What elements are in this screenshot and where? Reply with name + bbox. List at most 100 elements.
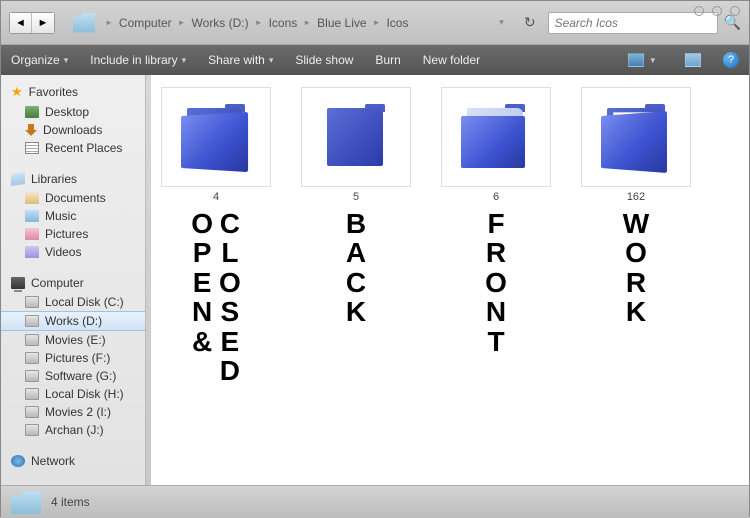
sidebar-group-network[interactable]: Network [1, 451, 145, 471]
sidebar-group-computer[interactable]: Computer [1, 273, 145, 293]
overlay-letter: E [221, 327, 240, 356]
file-name-label: 4 [213, 191, 219, 203]
sidebar-item-recent-places[interactable]: Recent Places [1, 139, 145, 157]
breadcrumb: ►Computer►Works (D:)►Icons►Blue Live►Ico… [105, 16, 499, 30]
sidebar-group-favorites[interactable]: ★Favorites [1, 81, 145, 103]
item-label: Software (G:) [45, 369, 116, 383]
nav-forward-button[interactable]: ► [32, 13, 54, 33]
status-item-count: 4 items [51, 495, 90, 509]
item-icon [25, 210, 39, 222]
status-folder-icon [11, 490, 41, 514]
window-max[interactable] [712, 6, 722, 16]
window-close[interactable] [730, 6, 740, 16]
file-name-label: 6 [493, 191, 499, 203]
drive-icon [25, 334, 39, 346]
drive-icon [25, 315, 39, 327]
vertical-word: FRONT [485, 209, 507, 356]
item-icon [25, 192, 39, 204]
breadcrumb-segment[interactable]: Icos [386, 16, 408, 30]
item-label: Movies (E:) [45, 333, 106, 347]
network-icon [11, 455, 25, 467]
breadcrumb-segment[interactable]: Works (D:) [192, 16, 249, 30]
sidebar-item-local-disk-h-[interactable]: Local Disk (H:) [1, 385, 145, 403]
sidebar-item-music[interactable]: Music [1, 207, 145, 225]
overlay-letter: O [219, 268, 241, 297]
overlay-letter: N [192, 297, 212, 326]
overlay-letter: A [346, 238, 366, 267]
new-folder-button[interactable]: New folder [423, 53, 480, 67]
sidebar-item-pictures[interactable]: Pictures [1, 225, 145, 243]
file-thumbnail[interactable] [161, 87, 271, 187]
burn-button[interactable]: Burn [375, 53, 400, 67]
overlay-letter: C [346, 268, 366, 297]
file-thumbnail[interactable] [301, 87, 411, 187]
sidebar-item-videos[interactable]: Videos [1, 243, 145, 261]
preview-pane-button[interactable] [685, 53, 701, 67]
search-icon[interactable]: 🔍 [724, 14, 741, 31]
item-label: Local Disk (H:) [45, 387, 124, 401]
libraries-icon [11, 172, 25, 186]
status-bar: 4 items [1, 485, 749, 518]
drive-icon [25, 370, 39, 382]
overlay-letter: R [626, 268, 646, 297]
drive-icon [25, 352, 39, 364]
item-label: Music [45, 209, 76, 223]
group-label: Favorites [29, 85, 78, 99]
nav-arrows: ◄ ► [9, 12, 55, 34]
item-label: Downloads [43, 123, 102, 137]
breadcrumb-dropdown-icon[interactable]: ▾ [499, 17, 504, 28]
sidebar-item-desktop[interactable]: Desktop [1, 103, 145, 121]
overlay-text: FRONT [485, 209, 507, 356]
item-label: Pictures [45, 227, 88, 241]
group-label: Network [31, 454, 75, 468]
search-input[interactable] [548, 12, 718, 34]
overlay-letter: B [346, 209, 366, 238]
overlay-text: BACK [346, 209, 366, 327]
nav-back-button[interactable]: ◄ [10, 13, 32, 33]
sidebar-item-downloads[interactable]: Downloads [1, 121, 145, 139]
thumbnail-column: 4 OPEN&CLOSED [161, 87, 271, 385]
organize-menu[interactable]: Organize [11, 53, 68, 67]
sidebar-group-libraries[interactable]: Libraries [1, 169, 145, 189]
file-thumbnail[interactable] [441, 87, 551, 187]
view-options-button[interactable] [628, 53, 644, 67]
location-folder-icon [73, 13, 95, 33]
sidebar-item-movies-e-[interactable]: Movies (E:) [1, 331, 145, 349]
sidebar-item-documents[interactable]: Documents [1, 189, 145, 207]
navigation-sidebar: ★Favorites Desktop Downloads Recent Places L… [1, 75, 146, 485]
share-with-menu[interactable]: Share with [208, 53, 273, 67]
help-button[interactable]: ? [723, 52, 739, 68]
sidebar-item-software-g-[interactable]: Software (G:) [1, 367, 145, 385]
item-label: Local Disk (C:) [45, 295, 124, 309]
computer-icon [11, 277, 25, 289]
overlay-letter: O [625, 238, 647, 267]
group-label: Libraries [31, 172, 77, 186]
item-label: Movies 2 (I:) [45, 405, 111, 419]
item-label: Archan (J:) [45, 423, 104, 437]
sidebar-item-movies-2-i-[interactable]: Movies 2 (I:) [1, 403, 145, 421]
sidebar-item-archan-j-[interactable]: Archan (J:) [1, 421, 145, 439]
breadcrumb-segment[interactable]: Icons [269, 16, 298, 30]
overlay-letter: E [193, 268, 212, 297]
drive-icon [25, 296, 39, 308]
thumbnail-column: 6 FRONT [441, 87, 551, 356]
refresh-button[interactable]: ↻ [524, 14, 536, 31]
command-toolbar: Organize Include in library Share with S… [1, 45, 749, 75]
file-thumbnail[interactable] [581, 87, 691, 187]
slideshow-button[interactable]: Slide show [295, 53, 353, 67]
window-min[interactable] [694, 6, 704, 16]
sidebar-item-local-disk-c-[interactable]: Local Disk (C:) [1, 293, 145, 311]
sidebar-item-pictures-f-[interactable]: Pictures (F:) [1, 349, 145, 367]
item-label: Desktop [45, 105, 89, 119]
overlay-text: OPEN&CLOSED [191, 209, 241, 385]
sidebar-item-works-d-[interactable]: Works (D:) [1, 311, 145, 331]
titlebar: ◄ ► ►Computer►Works (D:)►Icons►Blue Live… [1, 1, 749, 45]
overlay-letter: P [193, 238, 212, 267]
file-name-label: 5 [353, 191, 359, 203]
overlay-letter: K [346, 297, 366, 326]
thumbnail-column: 5 BACK [301, 87, 411, 327]
breadcrumb-segment[interactable]: Blue Live [317, 16, 366, 30]
breadcrumb-segment[interactable]: Computer [119, 16, 172, 30]
vertical-word: CLOSED [219, 209, 241, 385]
include-in-library-menu[interactable]: Include in library [90, 53, 186, 67]
